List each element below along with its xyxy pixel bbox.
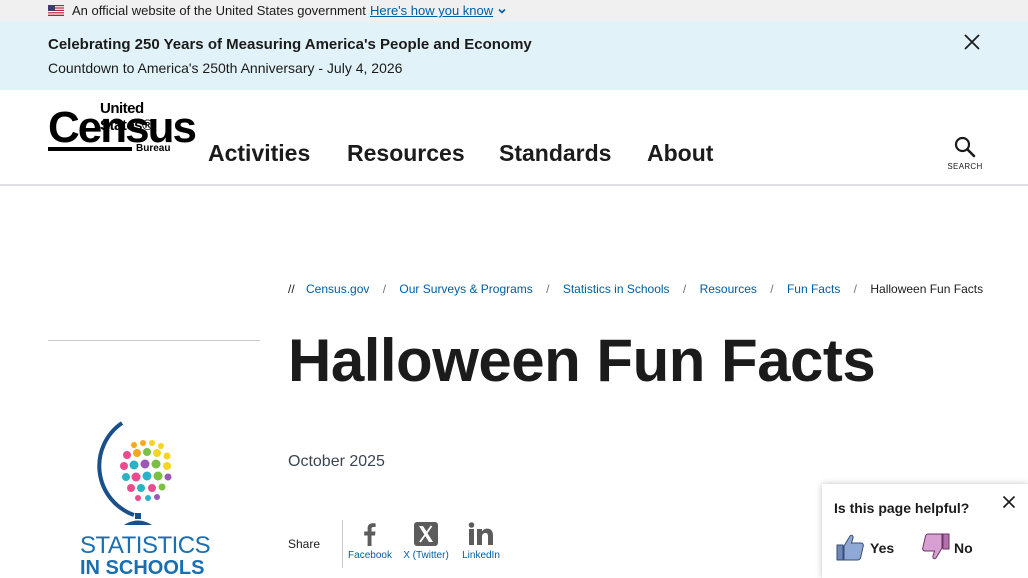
breadcrumb-link-fun-facts[interactable]: Fun Facts xyxy=(787,282,840,296)
x-twitter-icon xyxy=(414,522,438,546)
logo-underline xyxy=(48,147,132,151)
heres-how-you-know-link[interactable]: Here's how you know xyxy=(370,3,493,18)
breadcrumb-current: Halloween Fun Facts xyxy=(870,282,984,296)
share-linkedin-button[interactable]: LinkedIn xyxy=(460,522,502,561)
breadcrumb-link-statistics-in-schools[interactable]: Statistics in Schools xyxy=(563,282,670,296)
search-button[interactable]: SEARCH xyxy=(946,136,984,176)
thumbs-up-icon xyxy=(836,534,864,561)
nav-about[interactable]: About xyxy=(647,140,713,167)
gov-banner: An official website of the United States… xyxy=(0,0,1028,21)
logo-census: Census xyxy=(48,103,197,152)
breadcrumb-link-surveys-programs[interactable]: Our Surveys & Programs xyxy=(399,282,532,296)
share-divider xyxy=(342,520,343,568)
breadcrumb-separator: / xyxy=(770,282,774,296)
breadcrumb-separator: / xyxy=(853,282,858,296)
breadcrumb-separator: / xyxy=(382,282,387,296)
breadcrumb-separator: / xyxy=(546,282,550,296)
breadcrumb-link-census-gov[interactable]: Census.gov xyxy=(306,282,369,296)
feedback-yes-label: Yes xyxy=(870,540,895,556)
x-twitter-label: X (Twitter) xyxy=(403,550,449,561)
breadcrumb: // Census.gov / Our Surveys & Programs /… xyxy=(288,282,983,296)
close-icon[interactable] xyxy=(1002,495,1016,509)
alert-subtitle: Countdown to America's 250th Anniversary… xyxy=(48,60,403,76)
feedback-no-button[interactable]: No xyxy=(920,532,984,562)
sis-logo-line2: IN SCHOOLS xyxy=(80,557,205,578)
nav-resources[interactable]: Resources xyxy=(347,140,465,167)
facebook-icon xyxy=(364,523,376,546)
feedback-yes-button[interactable]: Yes xyxy=(836,532,906,562)
share-facebook-button[interactable]: Facebook xyxy=(346,522,394,561)
logo-bureau: Bureau xyxy=(136,143,171,154)
thumbs-down-icon xyxy=(922,533,950,560)
linkedin-label: LinkedIn xyxy=(462,550,500,561)
sidebar-divider xyxy=(48,340,260,341)
search-label: SEARCH xyxy=(947,162,983,171)
close-icon[interactable] xyxy=(962,32,982,52)
publish-date: October 2025 xyxy=(288,453,385,470)
feedback-question: Is this page helpful? xyxy=(834,500,970,516)
site-header: United States® Census Bureau Activities … xyxy=(0,90,1028,186)
alert-title: Celebrating 250 Years of Measuring Ameri… xyxy=(48,36,532,53)
statistics-in-schools-logo[interactable]: STATISTICS IN SCHOOLS xyxy=(72,415,218,578)
sis-logo-line1: STATISTICS xyxy=(80,532,211,559)
us-flag-icon xyxy=(48,5,64,16)
breadcrumb-link-resources[interactable]: Resources xyxy=(700,282,757,296)
anniversary-alert: Celebrating 250 Years of Measuring Ameri… xyxy=(0,21,1028,90)
page-title: Halloween Fun Facts xyxy=(288,327,876,394)
breadcrumb-prefix: // xyxy=(288,282,295,296)
gov-banner-text: An official website of the United States… xyxy=(72,3,366,18)
breadcrumb-separator: / xyxy=(682,282,687,296)
nav-standards[interactable]: Standards xyxy=(499,140,611,167)
share-x-twitter-button[interactable]: X (Twitter) xyxy=(400,522,452,561)
nav-activities[interactable]: Activities xyxy=(208,140,310,167)
feedback-no-label: No xyxy=(954,540,973,556)
search-icon xyxy=(954,136,976,158)
census-logo[interactable]: United States® Census Bureau xyxy=(48,100,197,156)
linkedin-icon xyxy=(468,522,493,545)
facebook-label: Facebook xyxy=(348,550,392,561)
globe-icon xyxy=(97,421,172,525)
feedback-widget: Is this page helpful? Yes No xyxy=(822,484,1028,578)
chevron-down-icon[interactable] xyxy=(497,6,507,16)
share-label: Share xyxy=(288,537,321,551)
